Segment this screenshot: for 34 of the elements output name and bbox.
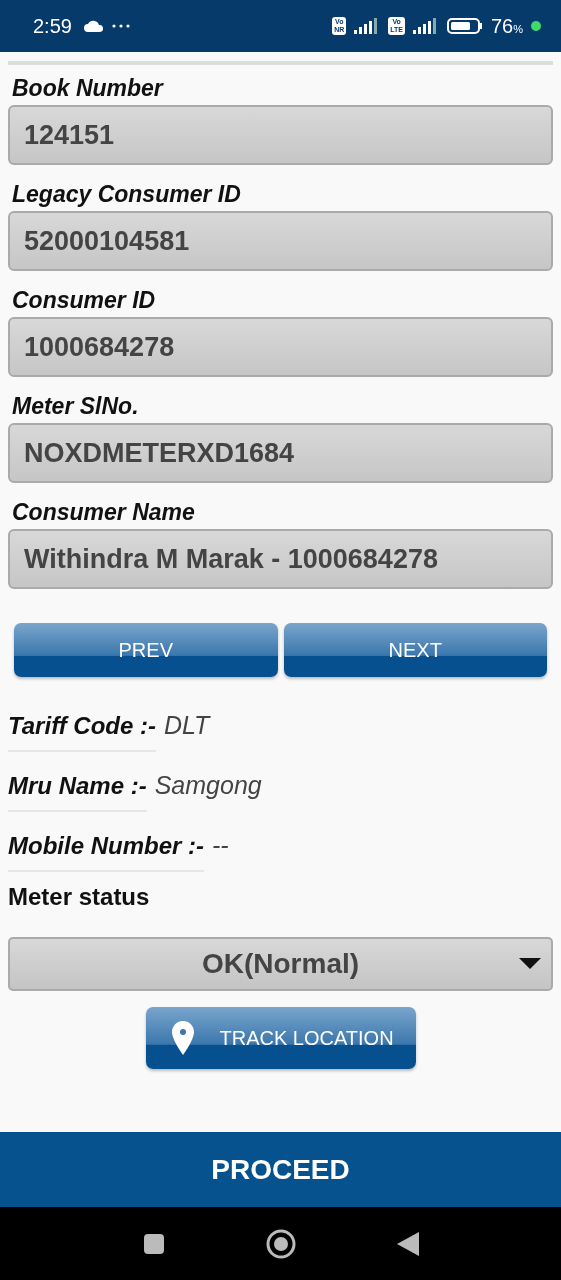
prev-button[interactable]: PREV	[14, 623, 278, 677]
input-field[interactable]: NOXDMETERXD1684	[8, 423, 553, 483]
field-label: Legacy Consumer ID	[12, 181, 242, 207]
field-label: Consumer ID	[12, 287, 157, 313]
location-pin-icon	[171, 1021, 194, 1055]
status-dot-icon	[531, 21, 541, 31]
status-time: 2:59	[33, 14, 72, 38]
home-icon[interactable]	[264, 1227, 297, 1260]
more-icon	[111, 24, 130, 28]
info-value: Samgong	[154, 771, 262, 800]
input-field[interactable]: Withindra M Marak - 1000684278	[8, 529, 553, 589]
battery-percent: 76%	[490, 14, 523, 38]
meter-status-label: Meter status	[8, 883, 151, 911]
field-label: Book Number	[12, 75, 165, 101]
next-button[interactable]: NEXT	[283, 623, 547, 677]
back-icon[interactable]	[396, 1231, 419, 1256]
field-label: Meter SlNo.	[12, 393, 140, 419]
info-label: Tariff Code :-	[8, 712, 156, 752]
input-field[interactable]: 1000684278	[8, 317, 553, 377]
cloud-icon	[83, 20, 104, 32]
recents-icon[interactable]	[142, 1232, 165, 1255]
proceed-button[interactable]: PROCEED	[0, 1132, 561, 1207]
input-field[interactable]: 52000104581	[8, 211, 553, 271]
signal-icon	[412, 18, 439, 34]
info-label: Mru Name :-	[8, 772, 147, 812]
info-label: Mobile Number :-	[8, 832, 204, 872]
info-value: --	[212, 831, 229, 860]
input-field[interactable]: 124151	[8, 105, 553, 165]
caret-icon	[519, 958, 541, 969]
meter-status-dropdown[interactable]: OK(Normal)	[8, 937, 553, 991]
track-location-button[interactable]: TRACK LOCATION	[145, 1007, 416, 1069]
info-value: DLT	[164, 711, 210, 740]
field-label: Consumer Name	[12, 499, 196, 525]
battery-icon	[446, 18, 483, 34]
